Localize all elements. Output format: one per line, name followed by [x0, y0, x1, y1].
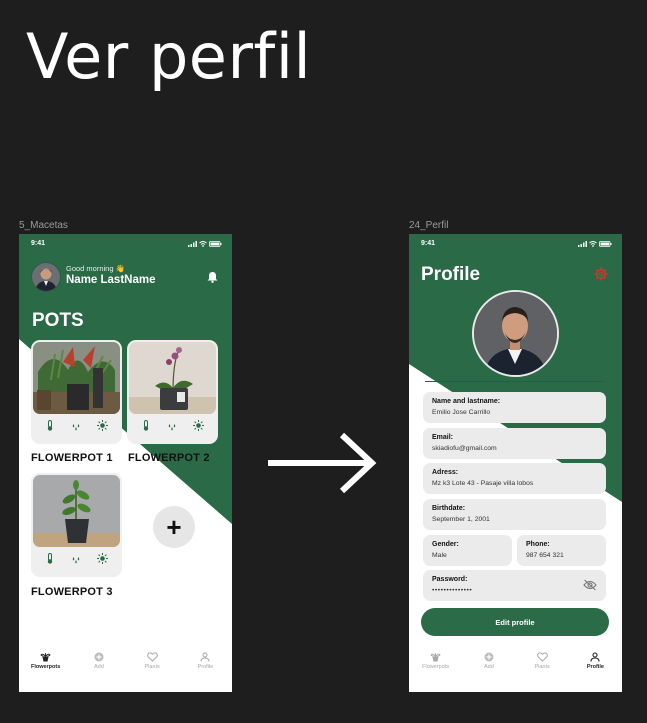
tab-label: Plants — [534, 664, 550, 670]
tab-label: Profile — [197, 664, 214, 670]
tab-label: Plants — [144, 664, 160, 670]
status-time: 9:41 — [31, 240, 46, 247]
eye-off-icon[interactable] — [583, 579, 597, 591]
wifi-icon — [589, 241, 597, 247]
tab-label: Add — [483, 664, 494, 670]
battery-icon — [599, 241, 612, 247]
flowerpot-card-2[interactable] — [127, 340, 218, 444]
flowerpot-photo-2 — [129, 342, 216, 414]
add-icon — [484, 652, 494, 662]
sensor-icons-1 — [31, 420, 122, 431]
field-value: Male — [432, 552, 447, 559]
address-field[interactable]: Adress: Mz k3 Lote 43 - Pasaje villa lob… — [423, 463, 606, 494]
field-value: Emilio Jose Carrillo — [432, 409, 491, 416]
field-label: Phone: — [526, 541, 550, 548]
battery-icon — [209, 241, 222, 247]
status-time: 9:41 — [421, 240, 436, 247]
email-field[interactable]: Email: skiadiofu@gmail.com — [423, 428, 606, 459]
profile-screen: 9:41 Profile Name and lastname: Emilio J… — [409, 234, 622, 692]
water-drops-icon — [168, 424, 176, 431]
avatar[interactable] — [31, 262, 61, 292]
signal-icon — [188, 241, 197, 247]
status-bar: 9:41 — [31, 240, 222, 250]
tab-add[interactable]: Add — [462, 644, 515, 692]
tab-label: Flowerpots — [422, 664, 450, 670]
field-label: Password: — [432, 576, 468, 583]
phone-field[interactable]: Phone: 987 654 321 — [517, 535, 606, 566]
field-value: skiadiofu@gmail.com — [432, 445, 497, 452]
divider — [425, 381, 606, 382]
thermometer-icon — [47, 553, 53, 564]
gear-icon[interactable] — [594, 267, 608, 286]
flowerpot-label-3: FLOWERPOT 3 — [31, 586, 113, 598]
sensor-icons-2 — [127, 420, 218, 431]
birthdate-field[interactable]: Birthdate: September 1, 2001 — [423, 499, 606, 530]
tab-add[interactable]: Add — [72, 644, 125, 692]
pots-screen: 9:41 Good morning 👋 Name LastName POTS F… — [19, 234, 232, 692]
tab-plants[interactable]: Plants — [516, 644, 569, 692]
bell-icon[interactable] — [207, 270, 218, 288]
flowerpot-card-1[interactable] — [31, 340, 122, 444]
tab-profile[interactable]: Profile — [179, 644, 232, 692]
sensor-icons-3 — [31, 553, 122, 564]
flowerpot-card-3[interactable] — [31, 473, 122, 577]
flowerpot-icon — [430, 653, 441, 662]
tab-label: Add — [93, 664, 104, 670]
tab-flowerpots[interactable]: Flowerpots — [19, 644, 72, 692]
name-field[interactable]: Name and lastname: Emilio Jose Carrillo — [423, 392, 606, 423]
profile-photo — [472, 290, 559, 377]
user-photo — [32, 263, 60, 291]
frame-label-macetas: 5_Macetas — [19, 220, 68, 231]
flowerpot-label-2: FLOWERPOT 2 — [128, 452, 210, 464]
password-field[interactable]: Password: •••••••••••••• — [423, 570, 606, 601]
arrow-right-icon — [268, 432, 377, 494]
field-value: September 1, 2001 — [432, 516, 490, 523]
field-label: Name and lastname: — [432, 398, 501, 405]
status-icons — [188, 241, 222, 247]
page-title: Ver perfil — [26, 20, 312, 93]
frame-label-perfil: 24_Perfil — [409, 220, 449, 231]
sun-icon — [97, 553, 108, 564]
heart-icon — [536, 652, 548, 662]
edit-profile-button[interactable]: Edit profile — [421, 608, 609, 636]
field-value: 987 654 321 — [526, 552, 564, 559]
tab-plants[interactable]: Plants — [126, 644, 179, 692]
tab-label: Flowerpots — [30, 664, 61, 670]
flowerpot-photo-3 — [33, 475, 120, 547]
tab-label: Profile — [586, 664, 604, 670]
water-drops-icon — [72, 424, 80, 431]
user-name: Name LastName — [66, 274, 156, 286]
status-bar: 9:41 — [421, 240, 612, 250]
field-label: Birthdate: — [432, 505, 466, 512]
add-flowerpot-button[interactable]: + — [153, 506, 195, 548]
field-label: Adress: — [432, 469, 459, 476]
tab-flowerpots[interactable]: Flowerpots — [409, 644, 462, 692]
wifi-icon — [199, 241, 207, 247]
signal-icon — [578, 241, 587, 247]
tab-profile[interactable]: Profile — [569, 644, 622, 692]
add-icon — [94, 652, 104, 662]
flowerpot-photo-1 — [33, 342, 120, 414]
water-drops-icon — [72, 557, 80, 564]
flowerpot-label-1: FLOWERPOT 1 — [31, 452, 113, 464]
gender-field[interactable]: Gender: Male — [423, 535, 512, 566]
field-label: Gender: — [432, 541, 459, 548]
section-title: POTS — [32, 310, 84, 331]
thermometer-icon — [47, 420, 53, 431]
sun-icon — [193, 420, 204, 431]
thermometer-icon — [143, 420, 149, 431]
status-icons — [578, 241, 612, 247]
field-value: Mz k3 Lote 43 - Pasaje villa lobos — [432, 480, 534, 487]
flowerpot-icon — [40, 653, 51, 662]
field-label: Email: — [432, 434, 454, 441]
field-value: •••••••••••••• — [432, 587, 473, 594]
greeting-text: Good morning 👋 — [66, 264, 125, 273]
page-title: Profile — [421, 264, 481, 285]
heart-icon — [146, 652, 158, 662]
tab-bar: Flowerpots Add Plants Profile — [19, 644, 232, 692]
person-icon — [200, 652, 210, 662]
person-icon — [590, 652, 600, 662]
sun-icon — [97, 420, 108, 431]
tab-bar: Flowerpots Add Plants Profile — [409, 644, 622, 692]
